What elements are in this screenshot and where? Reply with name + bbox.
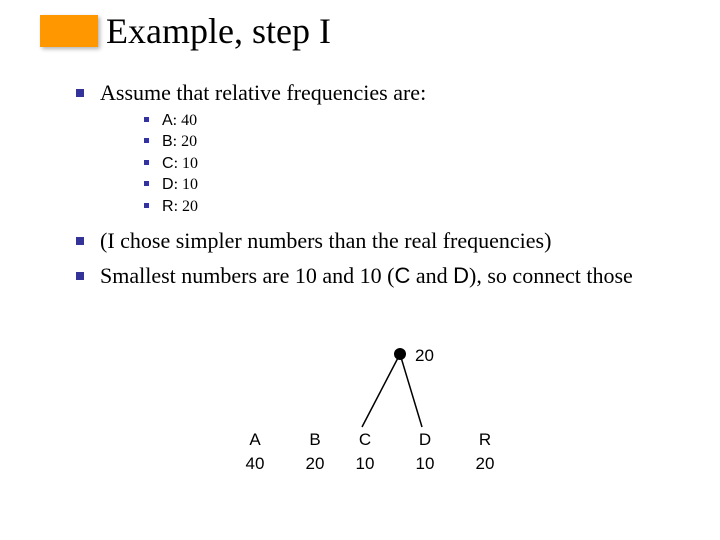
freq-item-d: D: 10 <box>144 174 676 196</box>
tree-leaf-b-val: 20 <box>290 454 340 474</box>
bullet-assume: Assume that relative frequencies are: A:… <box>76 78 676 218</box>
slide-title-wrap: Example, step I <box>40 10 331 52</box>
freq-sym-r: R <box>162 198 174 215</box>
tree-leaf-c-val: 10 <box>340 454 390 474</box>
freq-item-b: B: 20 <box>144 131 676 153</box>
bullet-smallest-tail: ), so connect those <box>469 263 633 288</box>
freq-sym-c: C <box>162 155 174 172</box>
tree-leaf-a-label: A <box>230 430 280 450</box>
slide-body: Assume that relative frequencies are: A:… <box>76 78 676 297</box>
bullet-smallest-and: and <box>410 263 453 288</box>
bullet-chose-simpler: (I chose simpler numbers than the real f… <box>76 226 676 256</box>
bullet-smallest-c-sym: C <box>395 263 411 288</box>
bullet-chose-simpler-text: (I chose simpler numbers than the real f… <box>100 228 551 253</box>
slide-title: Example, step I <box>106 10 331 52</box>
freq-val-d: : 10 <box>174 176 198 193</box>
tree-leaf-d-val: 10 <box>400 454 450 474</box>
freq-item-r: R: 20 <box>144 196 676 218</box>
tree-edge-to-c <box>362 354 400 427</box>
bullet-smallest-d-sym: D <box>453 263 469 288</box>
huffman-tree-diagram: 20 A B C D R 40 20 10 10 20 <box>230 332 530 502</box>
freq-sym-a: A <box>162 112 173 129</box>
tree-leaf-c-label: C <box>340 430 390 450</box>
freq-sym-b: B <box>162 133 173 150</box>
bullet-assume-text: Assume that relative frequencies are: <box>100 80 426 105</box>
tree-leaf-r-label: R <box>460 430 510 450</box>
tree-leaf-a-val: 40 <box>230 454 280 474</box>
tree-leaf-b-label: B <box>290 430 340 450</box>
freq-val-r: : 20 <box>174 198 198 215</box>
freq-item-a: A: 40 <box>144 110 676 132</box>
tree-parent-value: 20 <box>415 346 434 366</box>
frequency-list: A: 40 B: 20 C: 10 D: 10 R: 20 <box>144 110 676 218</box>
slide: Example, step I Assume that relative fre… <box>0 0 720 540</box>
secondary-bullets: (I chose simpler numbers than the real f… <box>76 226 676 291</box>
bullet-smallest: Smallest numbers are 10 and 10 (C and D)… <box>76 261 676 291</box>
freq-sym-d: D <box>162 176 174 193</box>
freq-val-a: : 40 <box>173 112 197 129</box>
tree-leaf-d-label: D <box>400 430 450 450</box>
tree-leaf-r-val: 20 <box>460 454 510 474</box>
tree-svg <box>230 332 530 502</box>
freq-val-b: : 20 <box>173 133 197 150</box>
bullet-smallest-a: Smallest numbers are 10 and 10 ( <box>100 263 395 288</box>
title-accent-box <box>40 15 98 47</box>
freq-item-c: C: 10 <box>144 153 676 175</box>
freq-val-c: : 10 <box>174 155 198 172</box>
